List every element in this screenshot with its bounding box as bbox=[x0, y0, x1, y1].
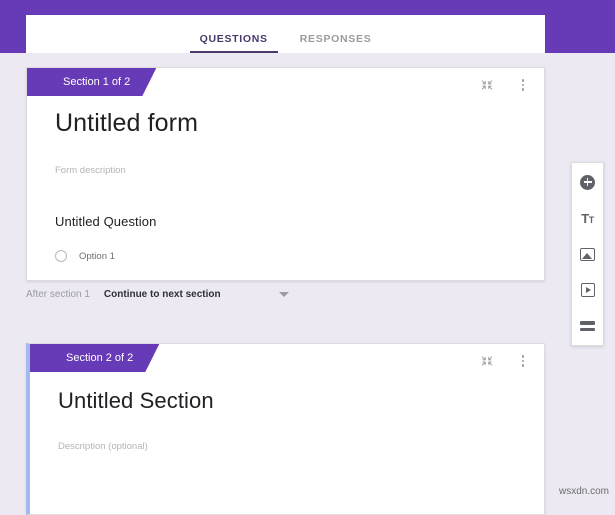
more-vert-icon[interactable] bbox=[514, 76, 532, 94]
tab-questions[interactable]: QUESTIONS bbox=[184, 32, 284, 54]
form-title[interactable]: Untitled form bbox=[55, 108, 516, 139]
add-image-icon[interactable] bbox=[578, 244, 598, 264]
dot bbox=[521, 79, 525, 82]
section-2-ribbon[interactable]: Section 2 of 2 bbox=[30, 344, 159, 372]
section-1-card-actions bbox=[478, 76, 532, 94]
radio-button-icon[interactable] bbox=[55, 250, 67, 263]
after-section-row: After section 1 Continue to next section bbox=[26, 289, 289, 300]
video-glyph bbox=[580, 283, 595, 297]
tab-responses-label: RESPONSES bbox=[299, 32, 372, 45]
add-title-icon[interactable]: TT bbox=[578, 208, 598, 228]
option-label[interactable]: Option 1 bbox=[79, 251, 115, 262]
image-glyph bbox=[580, 247, 595, 261]
watermark: wsxdn.com bbox=[558, 486, 609, 497]
section-1-ribbon[interactable]: Section 1 of 2 bbox=[27, 68, 156, 96]
add-section-icon[interactable] bbox=[578, 316, 598, 336]
dot bbox=[521, 83, 525, 87]
section-1-ribbon-label: Section 1 of 2 bbox=[63, 76, 131, 88]
option-row[interactable]: Option 1 bbox=[55, 250, 516, 263]
after-section-label: After section 1 bbox=[26, 289, 90, 300]
dot bbox=[521, 355, 525, 358]
tab-list: QUESTIONS RESPONSES bbox=[184, 15, 388, 53]
collapse-icon[interactable] bbox=[478, 352, 496, 370]
section-2-ribbon-label: Section 2 of 2 bbox=[66, 352, 134, 364]
editor-toolbar: TT bbox=[571, 162, 604, 346]
section-2-card-actions bbox=[478, 352, 532, 370]
more-vert-icon[interactable] bbox=[514, 352, 532, 370]
form-tabbar: QUESTIONS RESPONSES bbox=[26, 15, 545, 53]
section-2-card[interactable]: Section 2 of 2 Untitled Section Descript… bbox=[26, 343, 545, 515]
form-description-input[interactable]: Form description bbox=[55, 165, 516, 176]
form-editor-canvas: Section 1 of 2 Untitled form Form descri… bbox=[0, 53, 615, 515]
add-question-icon[interactable] bbox=[578, 172, 598, 192]
add-video-icon[interactable] bbox=[578, 280, 598, 300]
tab-responses[interactable]: RESPONSES bbox=[284, 32, 388, 54]
collapse-icon[interactable] bbox=[478, 76, 496, 94]
more-vert-dots bbox=[521, 79, 525, 91]
section-glyph bbox=[580, 321, 595, 331]
bar bbox=[580, 327, 595, 331]
question-title[interactable]: Untitled Question bbox=[55, 214, 516, 229]
dot bbox=[521, 359, 525, 363]
dot bbox=[521, 88, 525, 91]
section-1-card[interactable]: Section 1 of 2 Untitled form Form descri… bbox=[26, 67, 545, 281]
after-section-value[interactable]: Continue to next section bbox=[104, 289, 221, 300]
question-block[interactable]: Untitled Question Option 1 bbox=[55, 214, 516, 263]
section-description-input[interactable]: Description (optional) bbox=[58, 441, 516, 452]
section-1-body: Untitled form Form description Untitled … bbox=[27, 68, 544, 280]
section-title[interactable]: Untitled Section bbox=[58, 388, 516, 414]
more-vert-dots bbox=[521, 355, 525, 367]
chevron-down-icon[interactable] bbox=[278, 292, 289, 297]
dot bbox=[521, 364, 525, 367]
tab-questions-label: QUESTIONS bbox=[199, 32, 268, 45]
tt-glyph: TT bbox=[581, 210, 594, 226]
plus-glyph bbox=[580, 174, 595, 190]
bar bbox=[580, 321, 595, 325]
